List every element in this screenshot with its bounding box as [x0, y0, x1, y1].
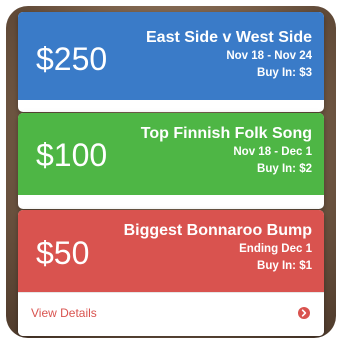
contest-buy-in: Buy In: $1 [257, 260, 312, 272]
contest-title: Biggest Bonnaroo Bump [123, 222, 312, 239]
contest-card-header: $50 Biggest Bonnaroo Bump Ending Dec 1 B… [18, 210, 324, 292]
contest-buy-in: Buy In: $3 [257, 67, 312, 79]
prize-amount: $250 [36, 41, 108, 77]
contest-dates: Nov 18 - Dec 1 [233, 146, 312, 158]
contest-info: Biggest Bonnaroo Bump Ending Dec 1 Buy I… [124, 221, 312, 275]
contest-card-header: $100 Top Finnish Folk Song Nov 18 - Dec … [18, 113, 324, 195]
prize-amount: $100 [36, 137, 108, 173]
contest-card-bonnaroo[interactable]: $50 Biggest Bonnaroo Bump Ending Dec 1 B… [18, 210, 324, 336]
prize-amount: $50 [36, 235, 90, 271]
contest-info: East Side v West Side Nov 18 - Nov 24 Bu… [146, 28, 312, 82]
contest-info: Top Finnish Folk Song Nov 18 - Dec 1 Buy… [141, 124, 312, 178]
contest-buy-in: Buy In: $2 [257, 163, 312, 175]
contest-card-header: $250 East Side v West Side Nov 18 - Nov … [18, 12, 324, 100]
contest-list-frame: $250 East Side v West Side Nov 18 - Nov … [6, 6, 336, 338]
view-details-link[interactable]: View Details [31, 306, 97, 320]
contest-title: East Side v West Side [146, 29, 312, 46]
contest-dates: Ending Dec 1 [239, 243, 312, 255]
card-footer[interactable]: View Details [18, 292, 324, 336]
contest-card-east-west[interactable]: $250 East Side v West Side Nov 18 - Nov … [18, 12, 324, 112]
contest-card-finnish-folk[interactable]: $100 Top Finnish Folk Song Nov 18 - Dec … [18, 113, 324, 209]
contest-title: Top Finnish Folk Song [140, 125, 312, 142]
contest-dates: Nov 18 - Nov 24 [226, 50, 312, 62]
arrow-circle-right-icon[interactable] [298, 307, 310, 319]
